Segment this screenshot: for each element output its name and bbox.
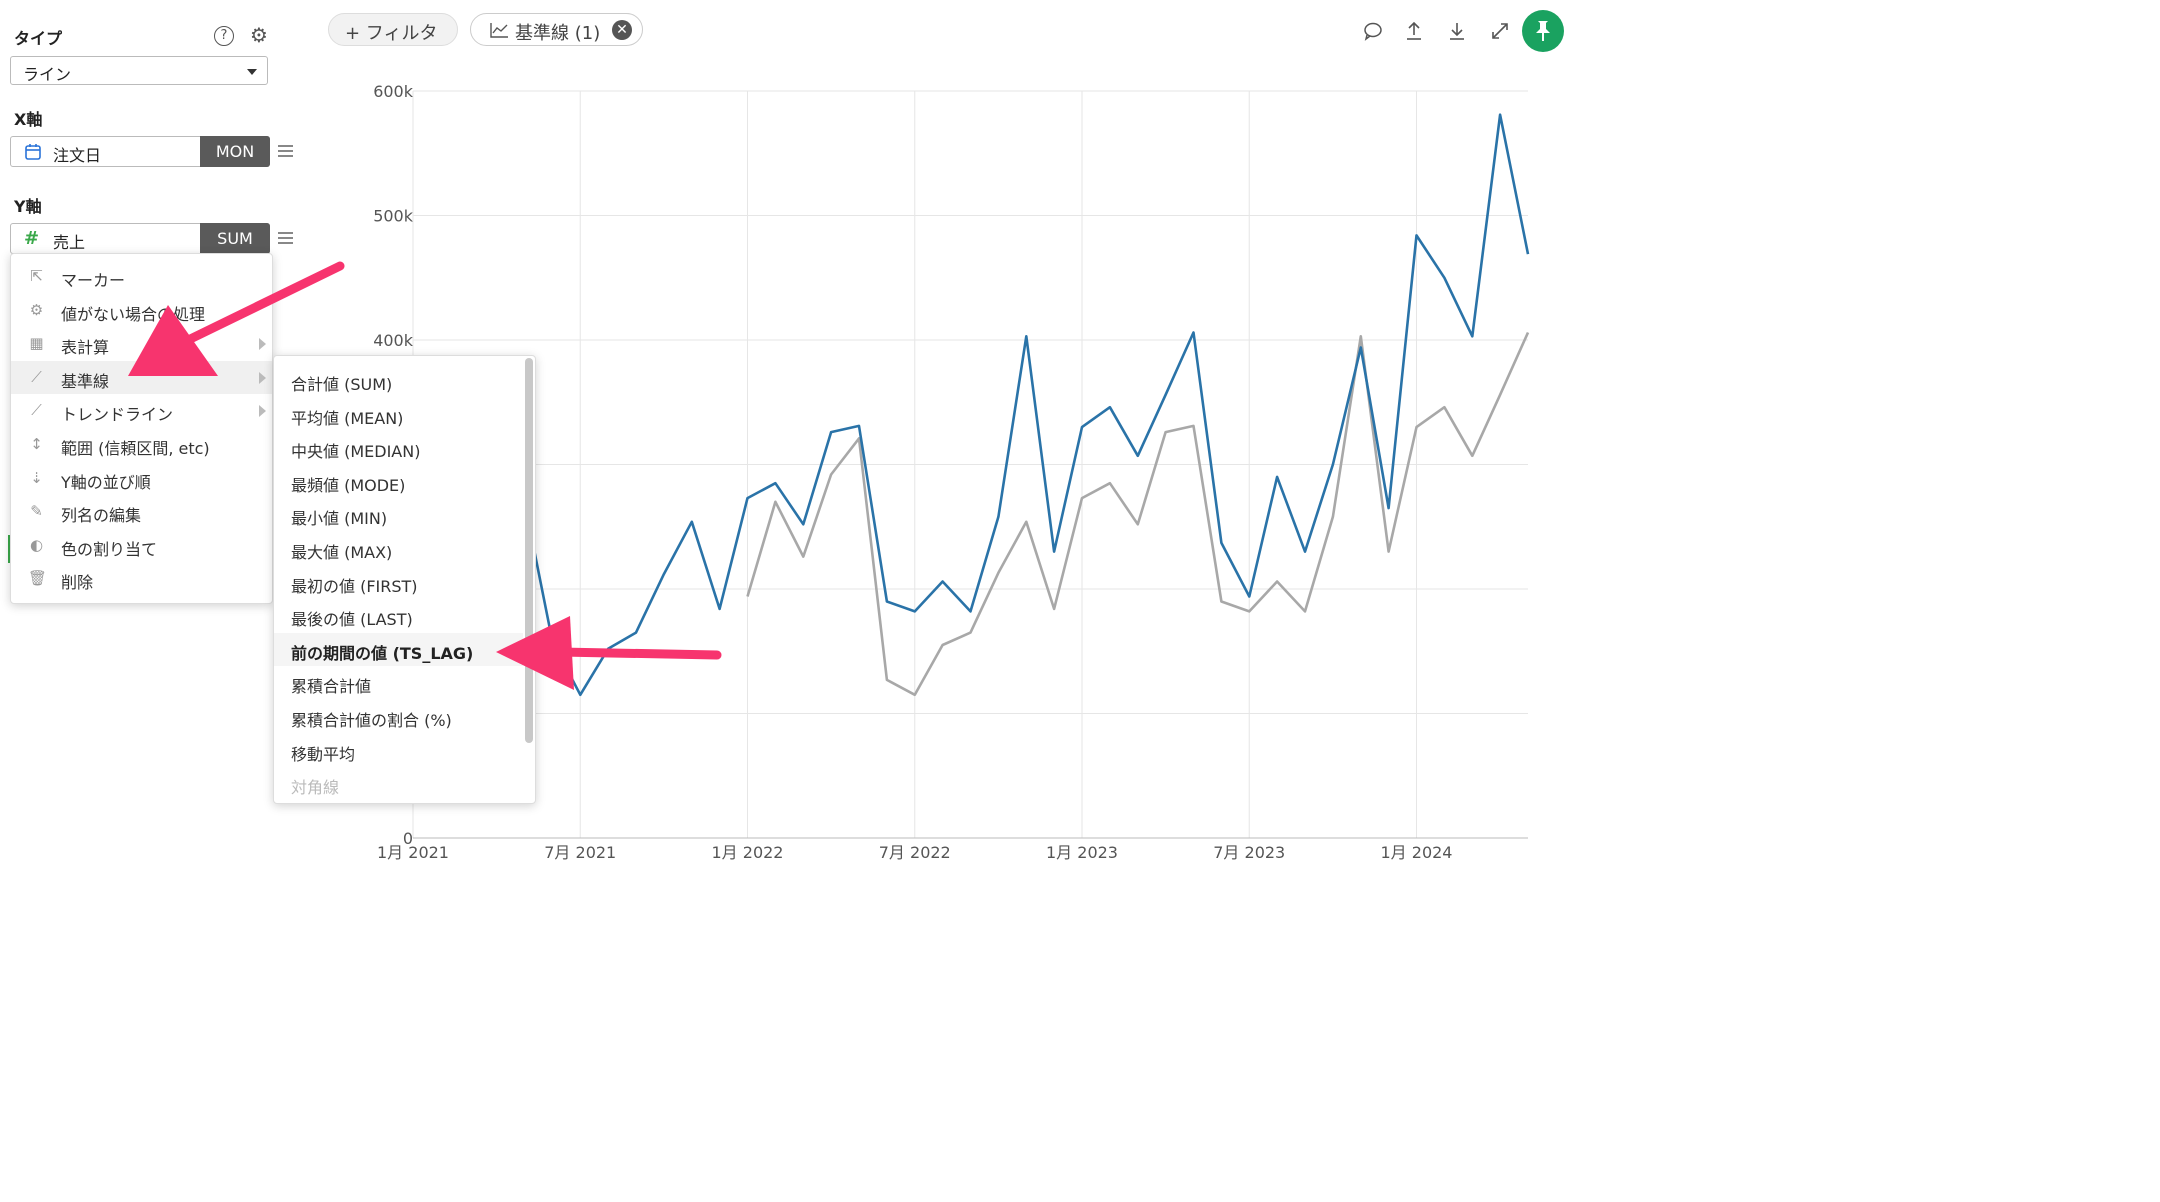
submenu-item-11[interactable]: 累積合計値の割合 (%) — [274, 700, 523, 734]
submenu-item-label: 前の期間の値 (TS_LAG) — [291, 643, 474, 663]
submenu-item-label: 最頻値 (MODE) — [291, 475, 406, 495]
submenu-item-1[interactable]: 合計値 (SUM) — [274, 364, 523, 398]
series-line-sales — [523, 113, 1530, 697]
y-tick-label: 600k — [373, 82, 414, 101]
submenu-item-9[interactable]: 前の期間の値 (TS_LAG) — [274, 632, 523, 667]
field-context-menu: ⇱ マーカー ⚙ 値がない場合の処理 ▦ 表計算 ⟋ 基準線 ⟋ トレンドライン ↕ 範囲 (信頼区間… — [10, 253, 273, 604]
menu-item-6[interactable]: ↕ 範囲 (信頼区間, etc) — [11, 428, 272, 461]
range-icon: ↕ — [30, 435, 43, 453]
x-tick-label: 1月 2023 — [1046, 843, 1118, 862]
submenu-item-4[interactable]: 最頻値 (MODE) — [274, 465, 523, 499]
menu-item-2[interactable]: ⚙ 値がない場合の処理 — [11, 294, 272, 327]
submenu-scrollbar[interactable] — [525, 358, 533, 743]
chart-series — [523, 113, 1530, 697]
submenu-item-label: 累積合計値の割合 (%) — [291, 711, 452, 730]
chevron-right-icon — [259, 338, 266, 351]
x-tick-label: 1月 2024 — [1381, 843, 1453, 862]
submenu-item-label: 合計値 (SUM) — [291, 375, 393, 394]
submenu-item-8[interactable]: 最後の値 (LAST) — [274, 599, 523, 633]
menu-item-1[interactable]: ⇱ マーカー — [11, 260, 272, 293]
x-tick-label: 1月 2021 — [377, 843, 449, 862]
chart-grid — [412, 90, 1528, 839]
edit-icon: ✎ — [30, 502, 43, 521]
submenu-item-13: 対角線 — [274, 767, 523, 801]
series-line-reference — [746, 331, 1530, 697]
menu-item-9[interactable]: ◐ 色の割り当て — [11, 529, 272, 562]
submenu-item-10[interactable]: 累積合計値 — [274, 666, 523, 700]
submenu-item-label: 平均値 (MEAN) — [291, 408, 404, 428]
menu-item-label: 範囲 (信頼区間, etc) — [61, 439, 210, 458]
menu-item-3[interactable]: ▦ 表計算 — [11, 327, 272, 360]
menu-item-label: 表計算 — [61, 338, 110, 358]
menu-item-label: 基準線 — [61, 371, 110, 391]
menu-item-7[interactable]: ⇣ Y軸の並び順 — [11, 462, 272, 495]
chevron-right-icon — [259, 405, 266, 418]
sort-icon: ⇣ — [30, 468, 43, 487]
submenu-item-label: 累積合計値 — [291, 677, 372, 697]
x-tick-label: 7月 2023 — [1213, 843, 1285, 862]
menu-item-label: 値がない場合の処理 — [61, 304, 206, 324]
chart-axes: 0100k200k300k400k500k600k1月 20217月 20211… — [373, 82, 1528, 862]
menu-item-10[interactable]: 🗑 削除 — [11, 562, 272, 595]
table-icon: ▦ — [29, 334, 44, 353]
submenu-item-2[interactable]: 平均値 (MEAN) — [274, 398, 523, 432]
menu-item-label: マーカー — [61, 271, 126, 290]
y-tick-label: 500k — [373, 207, 414, 226]
chevron-right-icon — [259, 371, 266, 384]
menu-item-label: トレンドライン — [61, 405, 174, 425]
submenu-item-5[interactable]: 最小値 (MIN) — [274, 498, 523, 532]
menu-item-label: 削除 — [61, 573, 94, 593]
submenu-item-7[interactable]: 最初の値 (FIRST) — [274, 566, 523, 600]
submenu-item-12[interactable]: 移動平均 — [274, 734, 523, 768]
menu-item-4[interactable]: ⟋ 基準線 — [11, 360, 272, 394]
y-tick-label: 400k — [373, 331, 414, 350]
x-tick-label: 7月 2021 — [544, 843, 616, 862]
menu-item-label: 色の割り当て — [61, 539, 158, 559]
gear-icon: ⚙ — [29, 300, 44, 319]
menu-item-8[interactable]: ✎ 列名の編集 — [11, 495, 272, 528]
submenu-item-label: 最初の値 (FIRST) — [291, 576, 418, 596]
submenu-item-3[interactable]: 中央値 (MEDIAN) — [274, 431, 523, 465]
cursor-icon: ⇱ — [30, 267, 43, 285]
submenu-item-label: 移動平均 — [291, 744, 356, 764]
submenu-item-label: 最後の値 (LAST) — [291, 610, 413, 630]
submenu-item-label: 最大値 (MAX) — [291, 543, 393, 562]
reference-line-submenu: 合計値 (SUM) 平均値 (MEAN) 中央値 (MEDIAN) 最頻値 (MODE… — [273, 355, 536, 804]
submenu-item-label: 中央値 (MEDIAN) — [291, 442, 421, 462]
menu-item-label: Y軸の並び順 — [61, 472, 151, 492]
submenu-item-6[interactable]: 最大値 (MAX) — [274, 532, 523, 566]
x-tick-label: 1月 2022 — [712, 843, 784, 862]
menu-item-5[interactable]: ⟋ トレンドライン — [11, 394, 272, 427]
submenu-item-label: 対角線 — [291, 778, 340, 798]
submenu-item-label: 最小値 (MIN) — [291, 509, 388, 529]
x-tick-label: 7月 2022 — [879, 843, 951, 862]
menu-item-label: 列名の編集 — [61, 506, 142, 526]
chart-line-icon: ⟋ — [31, 367, 42, 386]
trash-icon: 🗑 — [28, 569, 48, 588]
palette-icon: ◐ — [29, 535, 44, 554]
trend-icon: ⟋ — [31, 401, 42, 420]
